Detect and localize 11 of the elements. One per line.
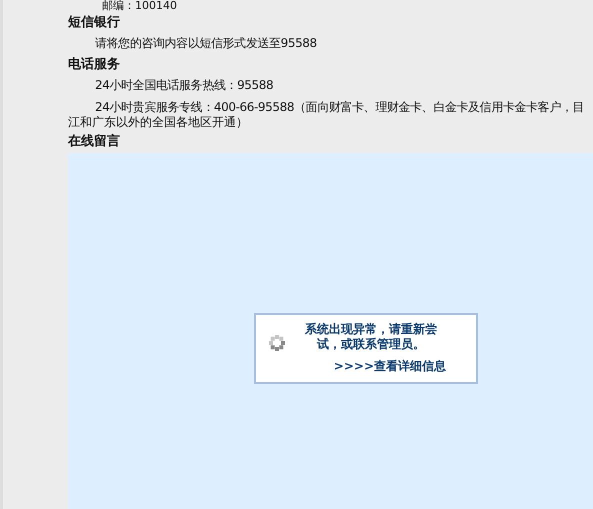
postal-code-text: 邮编：100140 — [101, 0, 178, 12]
info-text: 江和广东以外的全国各地区开通） — [68, 115, 249, 129]
section-heading: 短信银行 — [68, 14, 121, 32]
loading-spinner-icon — [268, 334, 286, 352]
info-text: 请将您的咨询内容以短信形式发送至95588 — [94, 35, 318, 52]
info-text: 24小时全国电话服务热线：95588 — [94, 77, 274, 94]
section-heading: 在线留言 — [68, 133, 121, 151]
details-link[interactable]: >>>>查看详细信息 — [334, 358, 446, 374]
section-heading: 电话服务 — [68, 56, 121, 74]
error-message: 系统出现异常，请重新尝试，或联系管理员。 — [304, 322, 438, 352]
info-text: 24小时贵宾服务专线：400-66-95588（面向财富卡、理财金卡、白金卡及信用卡金卡客户，目 — [94, 99, 586, 116]
